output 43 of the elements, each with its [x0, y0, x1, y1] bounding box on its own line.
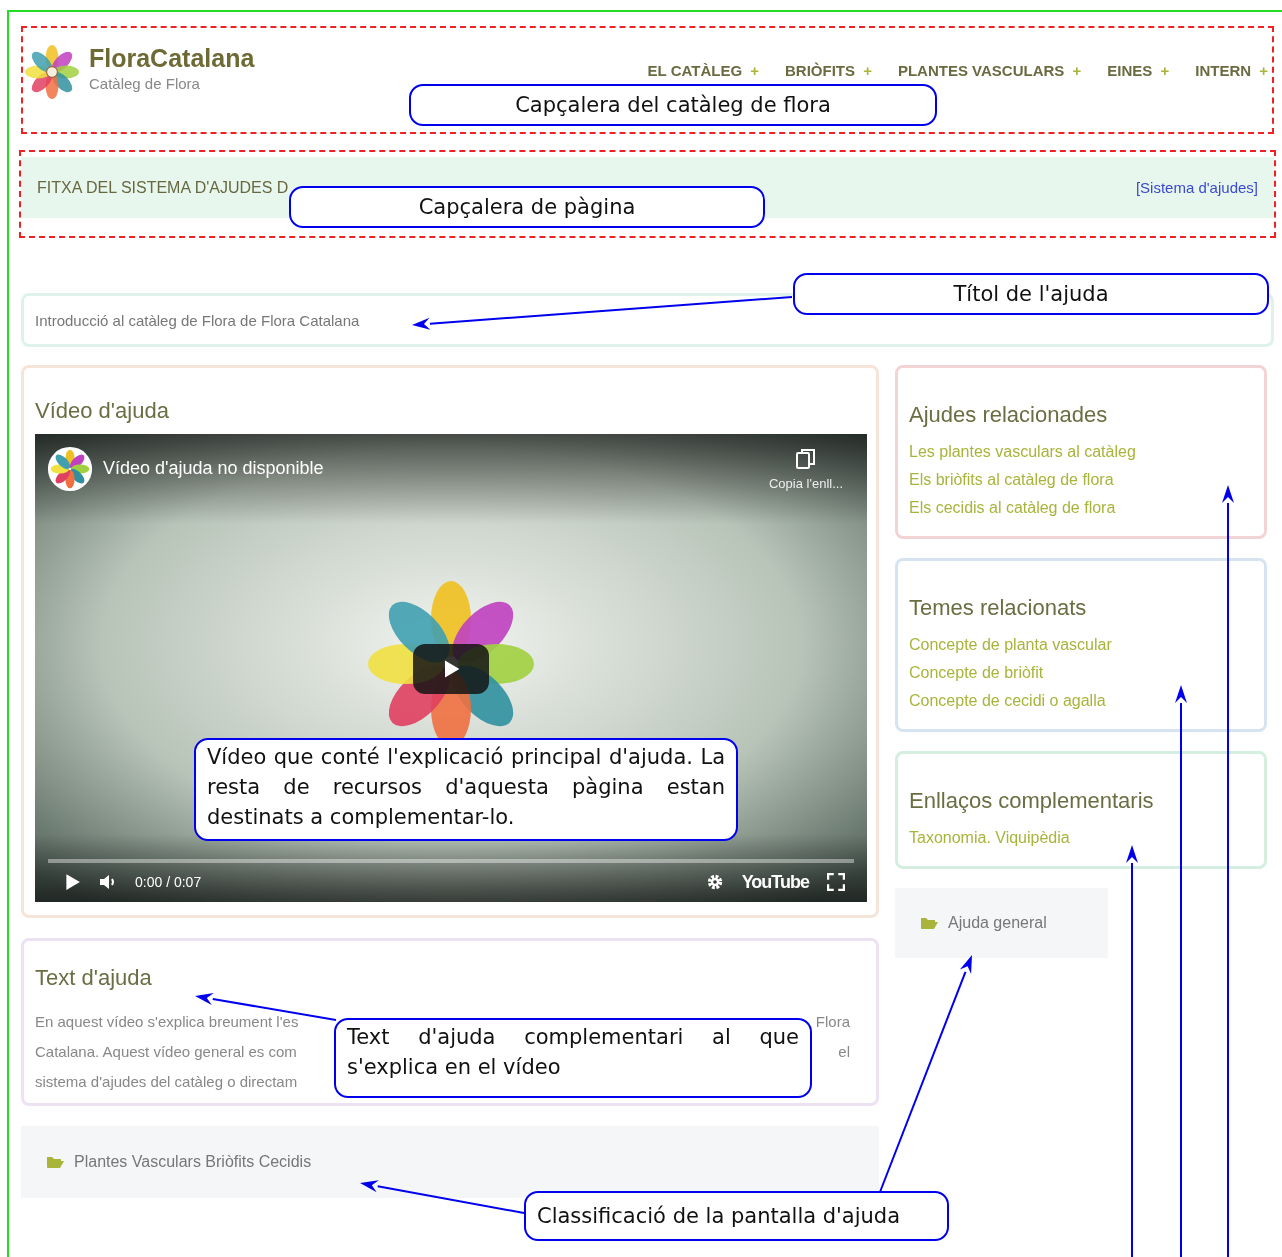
nav-menu-item[interactable]: EL CATÀLEG +: [647, 62, 759, 79]
video-platform-logo[interactable]: YouTube: [741, 871, 809, 893]
nav-menu-item[interactable]: PLANTES VASCULARS +: [897, 62, 1082, 79]
nav-menu-item[interactable]: INTERN +: [1195, 62, 1268, 79]
time-display: 0:00 / 0:07: [135, 874, 202, 890]
general-help-link[interactable]: Ajuda general: [948, 914, 1047, 932]
volume-icon[interactable]: [99, 873, 117, 891]
help-text-fragment: sistema d'ajudes del catàleg o directam: [35, 1073, 298, 1091]
help-system-link[interactable]: [Sistema d'ajudes]: [1135, 179, 1258, 196]
annotation-callout: Text d'ajuda complementari al que s'explica en el vídeo: [334, 1018, 812, 1098]
help-title: Introducció al catàleg de Flora de Flora Catalana: [35, 311, 360, 329]
folder-icon: [46, 1155, 64, 1169]
sidebar-heading: Enllaços complementaris: [909, 788, 1155, 814]
fullscreen-icon[interactable]: [827, 873, 845, 891]
annotation-callout: Vídeo que conté l'explicació principal d'ajuda. La resta de recursos d'aquesta pàgina estan destinats a complementar-lo.: [194, 738, 738, 841]
annotation-callout: Classificació de la pantalla d'ajuda: [524, 1191, 949, 1241]
annotation-callout: Títol de l'ajuda: [793, 273, 1269, 315]
site-name[interactable]: FloraCatalana: [89, 44, 255, 73]
settings-icon[interactable]: [705, 873, 724, 891]
play-button[interactable]: [413, 644, 489, 694]
nav-menu-item[interactable]: BRIÒFITS +: [785, 62, 872, 79]
progress-track[interactable]: [48, 859, 854, 863]
classification-tags[interactable]: Plantes Vasculars Briòfits Cecidis: [74, 1153, 312, 1171]
nav-menu-item[interactable]: EINES +: [1107, 62, 1170, 79]
help-text-fragment: En aquest vídeo s'explica breument l'es: [35, 1013, 299, 1031]
panel-heading: Text d'ajuda: [35, 965, 153, 991]
help-text-fragment: Flora: [815, 1013, 850, 1031]
help-text-fragment: Catalana. Aquest vídeo general es com: [35, 1043, 297, 1061]
sidebar-heading: Temes relacionats: [909, 595, 1088, 621]
channel-avatar-icon[interactable]: [47, 446, 93, 492]
folder-icon: [920, 916, 938, 930]
flower-logo-icon: [25, 42, 79, 102]
sidebar-heading: Ajudes relacionades: [909, 402, 1109, 428]
copy-icon[interactable]: [796, 448, 816, 470]
video-title[interactable]: Vídeo d'ajuda no disponible: [103, 458, 324, 479]
play-icon[interactable]: [63, 873, 81, 891]
help-text-fragment: el: [838, 1043, 850, 1061]
copy-link-label[interactable]: Copia l'enll...: [768, 476, 843, 491]
site-tagline: Catàleg de Flora: [89, 75, 201, 92]
page-header-title: FITXA DEL SISTEMA D'AJUDES D: [37, 178, 289, 197]
annotation-callout: Capçalera del catàleg de flora: [409, 84, 937, 126]
panel-heading: Vídeo d'ajuda: [35, 398, 170, 424]
annotation-callout: Capçalera de pàgina: [289, 186, 765, 228]
